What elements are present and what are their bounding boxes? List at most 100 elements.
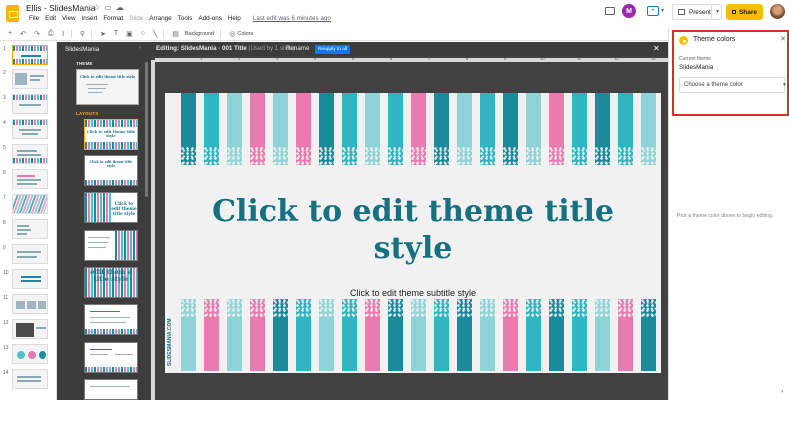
slide-number: 6 (3, 170, 6, 176)
slide-thumbnail[interactable] (12, 269, 48, 289)
text-box-icon[interactable]: T (114, 30, 118, 37)
menu-arrange[interactable]: Arrange (146, 15, 174, 22)
meet-icon[interactable]: + (647, 6, 659, 16)
layout-thumbnail[interactable]: Click to edit theme title style (84, 192, 138, 223)
master-panel-title: SlidesMania (65, 46, 100, 53)
horizontal-ruler[interactable]: 1 2 3 4 5 6 7 8 9 10 11 12 13 (155, 56, 668, 62)
layout-thumbnail[interactable] (84, 342, 138, 373)
theme-color-select[interactable]: Choose a theme color ▼ (679, 77, 787, 93)
app-header: Ellis - SlidesMania ☆▭☁ File Edit View I… (0, 0, 789, 27)
slide-thumbnail[interactable] (12, 319, 48, 339)
stripe (503, 93, 518, 165)
layout-thumbnail[interactable]: edit them e title style (84, 267, 138, 298)
stripe (319, 93, 334, 165)
layout-thumbnail-title[interactable]: Click to edit theme title style (84, 119, 138, 150)
slide-thumbnail[interactable] (12, 169, 48, 189)
title-action-icons: ☆▭☁ (93, 3, 128, 12)
slide-thumbnail[interactable] (12, 69, 48, 89)
slide-thumbnail[interactable] (12, 194, 48, 214)
redo-icon[interactable]: ↷ (34, 30, 40, 38)
comment-history-icon[interactable] (605, 7, 615, 15)
layouts-section-label: LAYOUTS (76, 111, 99, 116)
colors-button[interactable]: Colors (237, 31, 253, 37)
cloud-status-icon[interactable]: ☁ (116, 3, 128, 12)
ruler-tick: 1 (200, 56, 203, 61)
print-icon[interactable]: ⎙ (48, 30, 54, 38)
document-title[interactable]: Ellis - SlidesMania (26, 3, 95, 13)
theme-master-panel: SlidesMania ‹ THEME Click to edit theme … (57, 42, 151, 400)
star-icon[interactable]: ☆ (93, 3, 104, 12)
layout-thumbnail[interactable] (84, 304, 138, 335)
zoom-icon[interactable]: ⚲ (80, 30, 85, 38)
vertical-ruler[interactable] (151, 60, 155, 400)
slide-thumbnail[interactable] (12, 144, 48, 164)
account-avatar[interactable] (770, 4, 785, 19)
layout-thumbnail[interactable]: Click to edit theme title style (84, 155, 138, 186)
slide-thumbnail[interactable] (12, 244, 48, 264)
divider (163, 29, 165, 38)
select-placeholder: Choose a theme color (684, 82, 743, 88)
comment-icon[interactable]: ▤ (172, 30, 179, 38)
menu-help[interactable]: Help (225, 15, 244, 22)
slide-thumbnail[interactable] (12, 94, 48, 114)
select-icon[interactable]: ➤ (100, 30, 106, 38)
slide-number: 1 (3, 46, 6, 52)
title-placeholder[interactable]: Click to edit theme title style (205, 193, 621, 267)
panel-title: Theme colors (693, 36, 736, 43)
scrollbar[interactable] (145, 62, 148, 197)
menu-addons[interactable]: Add-ons (195, 15, 224, 22)
slide-number: 13 (3, 345, 9, 351)
menu-view[interactable]: View (59, 15, 79, 22)
menu-slide[interactable]: Slide (126, 15, 146, 22)
slide-canvas: 1 2 3 4 5 6 7 8 9 10 11 12 13 Click to e… (151, 56, 668, 400)
slide[interactable]: Click to edit theme title style Click to… (165, 93, 661, 373)
undo-icon[interactable]: ↶ (20, 30, 26, 38)
move-folder-icon[interactable]: ▭ (104, 3, 116, 12)
ruler-tick: 8 (466, 56, 469, 61)
expand-panel-icon[interactable]: › (781, 388, 783, 395)
share-label: Share (738, 8, 758, 16)
stripe (227, 299, 242, 371)
slide-thumbnail[interactable] (12, 369, 48, 389)
rename-button[interactable]: Rename (286, 45, 309, 52)
new-slide-icon[interactable]: + (8, 30, 12, 37)
layout-thumbnail[interactable] (84, 379, 138, 400)
slide-thumbnail[interactable] (12, 45, 48, 65)
close-icon[interactable]: ✕ (780, 35, 786, 43)
image-icon[interactable]: ▣ (126, 30, 133, 38)
slides-logo-icon[interactable] (6, 5, 19, 22)
ruler-tick: 7 (428, 56, 431, 61)
present-button[interactable]: Present ▼ (672, 4, 722, 20)
slide-number: 4 (3, 120, 6, 126)
slide-thumbnail[interactable] (12, 219, 48, 239)
chevron-down-icon[interactable]: ▼ (660, 8, 665, 14)
lock-icon (731, 10, 736, 14)
chevron-down-icon[interactable]: ▼ (715, 9, 720, 15)
slide-thumbnail[interactable] (12, 119, 48, 139)
menu-tools[interactable]: Tools (175, 15, 196, 22)
shape-icon[interactable]: ○ (141, 30, 145, 37)
reapply-to-all-button[interactable]: Reapply to all (315, 45, 351, 54)
menu-file[interactable]: File (26, 15, 42, 22)
ruler-tick: 5 (352, 56, 355, 61)
menu-format[interactable]: Format (100, 15, 126, 22)
stripe (204, 93, 219, 165)
layout-thumbnail[interactable] (84, 230, 138, 261)
line-icon[interactable]: ╲ (153, 30, 157, 38)
thumbnail-title: edit them e title style (90, 268, 132, 283)
slide-thumbnail[interactable] (12, 294, 48, 314)
last-edit-link[interactable]: Last edit was 6 minutes ago (250, 15, 334, 22)
close-icon[interactable]: ✕ (653, 44, 660, 53)
menu-edit[interactable]: Edit (42, 15, 59, 22)
slide-thumbnail[interactable] (12, 344, 48, 364)
share-button[interactable]: Share (726, 4, 763, 20)
stripe (273, 93, 288, 165)
background-button[interactable]: Background (185, 31, 214, 37)
theme-master-thumbnail[interactable]: Click to edit theme title style (76, 69, 139, 105)
menu-insert[interactable]: Insert (79, 15, 101, 22)
paint-format-icon[interactable]: ⌇ (61, 30, 64, 38)
collaborator-avatar[interactable]: M (622, 4, 636, 18)
stripe (457, 93, 472, 165)
subtitle-placeholder[interactable]: Click to edit theme subtitle style (225, 288, 601, 298)
collapse-icon[interactable]: ‹ (139, 45, 141, 51)
